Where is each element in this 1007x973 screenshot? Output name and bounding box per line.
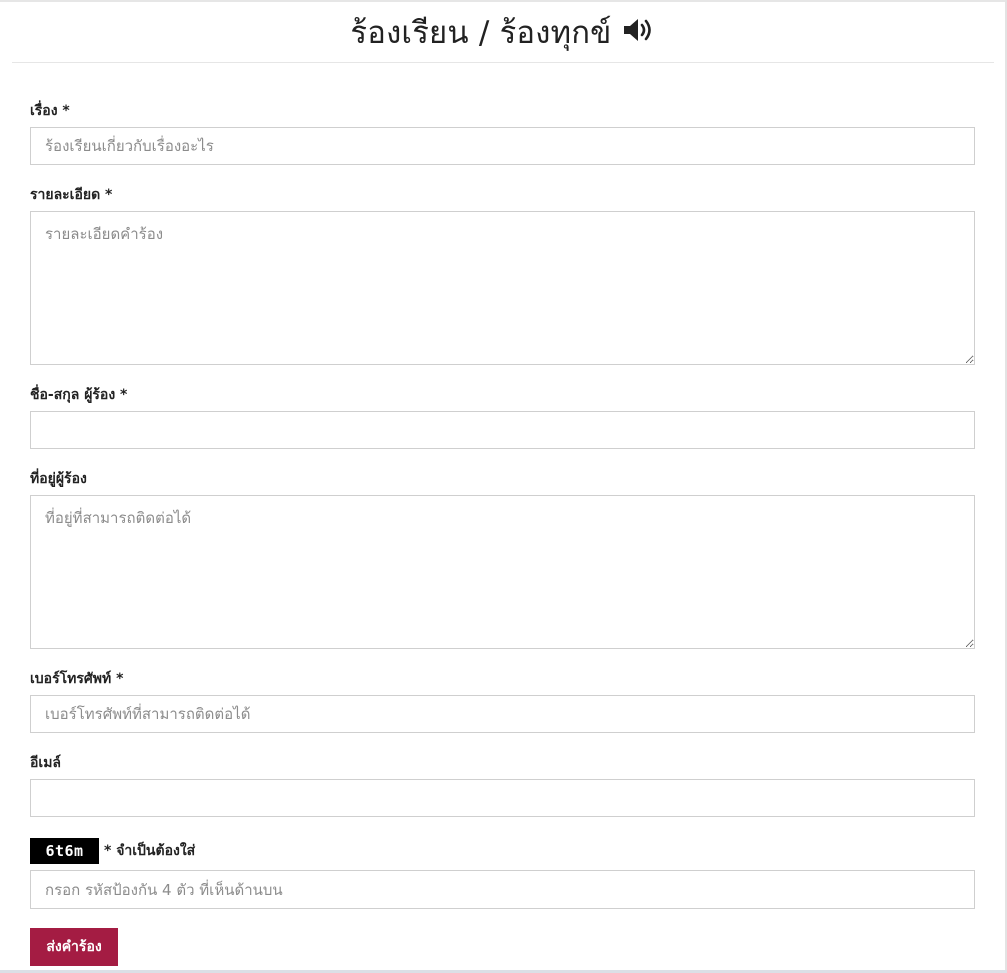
subject-input[interactable] [30,127,975,165]
details-textarea[interactable] [30,211,975,365]
submit-button[interactable]: ส่งคำร้อง [30,928,118,966]
page-title: ร้องเรียน / ร้องทุกข์ [350,15,612,51]
captcha-required-note: * จำเป็นต้องใส่ [104,843,196,859]
details-label: รายละเอียด * [30,187,113,203]
form-header: ร้องเรียน / ร้องทุกข์ [12,2,994,63]
name-label: ชื่อ-สกุล ผู้ร้อง * [30,387,128,403]
captcha-input[interactable] [30,870,975,909]
speaker-icon [622,17,656,43]
email-label: อีเมล์ [30,755,62,771]
captcha-code: 6t6m [30,838,99,864]
subject-label: เรื่อง * [30,103,70,119]
phone-label: เบอร์โทรศัพท์ * [30,671,124,687]
email-input[interactable] [30,779,975,817]
phone-input[interactable] [30,695,975,733]
name-input[interactable] [30,411,975,449]
address-textarea[interactable] [30,495,975,649]
address-label: ที่อยู่ผู้ร้อง [30,471,87,487]
